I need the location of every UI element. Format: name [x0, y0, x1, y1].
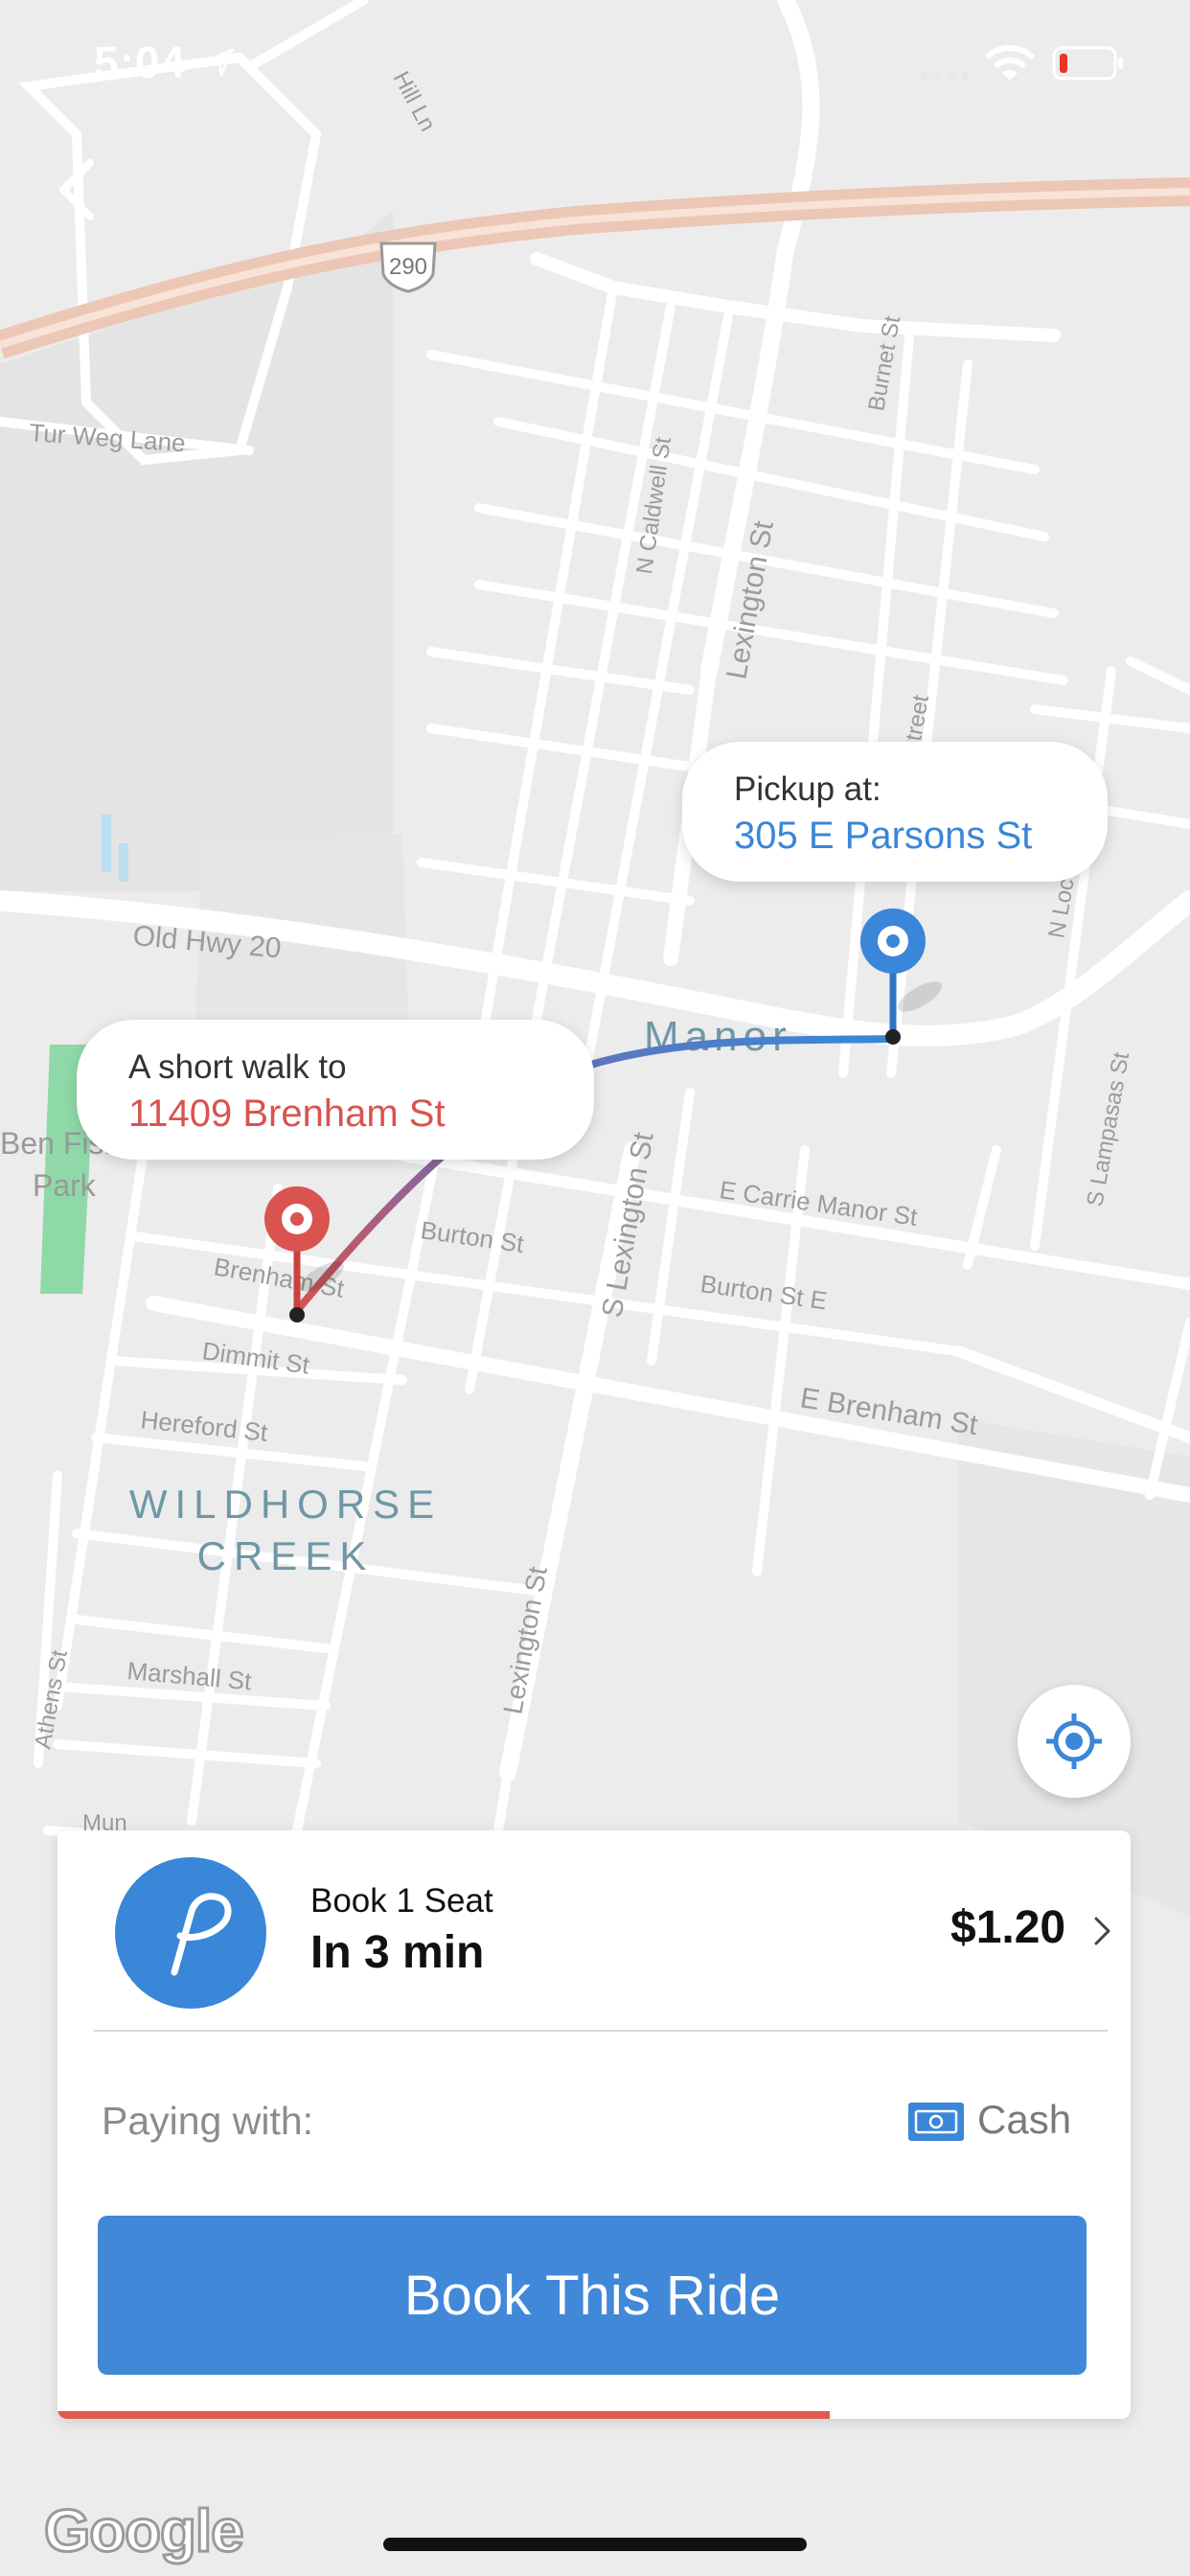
- dropoff-label: A short walk to: [128, 1048, 347, 1086]
- neighborhood-label: CREEK: [197, 1533, 375, 1578]
- back-button[interactable]: [48, 153, 115, 230]
- status-time: 5:04: [94, 37, 187, 87]
- cash-icon[interactable]: [908, 2103, 964, 2141]
- town-label: Manor: [644, 1013, 792, 1060]
- paying-with-label: Paying with:: [102, 2099, 314, 2143]
- highway-shield-label: 290: [389, 254, 427, 280]
- neighborhood-label: WILDHORSE: [129, 1482, 442, 1527]
- battery-icon: [1052, 46, 1123, 80]
- via-logo-icon: [115, 1857, 266, 2009]
- progress-fill: [57, 2411, 831, 2419]
- pickup-label: Pickup at:: [734, 770, 881, 808]
- pickup-callout[interactable]: Pickup at: 305 E Parsons St: [682, 742, 1108, 882]
- divider: [94, 2030, 1108, 2032]
- signal-dots-icon: [921, 72, 969, 80]
- status-bar: 5:04: [0, 0, 1190, 125]
- wifi-icon: [985, 45, 1035, 80]
- dropoff-address: 11409 Brenham St: [128, 1092, 446, 1135]
- dropoff-callout[interactable]: A short walk to 11409 Brenham St: [77, 1020, 594, 1160]
- progress-bar: [57, 2411, 1131, 2419]
- book-ride-button[interactable]: Book This Ride: [98, 2216, 1087, 2375]
- park-label: Park: [33, 1168, 97, 1203]
- price-label[interactable]: $1.20: [950, 1901, 1065, 1954]
- eta-label: In 3 min: [310, 1927, 485, 1978]
- payment-method[interactable]: Cash: [977, 2097, 1071, 2143]
- locate-me-button[interactable]: [1018, 1685, 1131, 1798]
- google-logo: Google: [43, 2497, 246, 2566]
- seats-label: Book 1 Seat: [310, 1882, 493, 1920]
- ride-card: Book 1 Seat In 3 min $1.20 Paying with: …: [57, 1830, 1131, 2419]
- home-indicator[interactable]: [383, 2538, 807, 2551]
- chevron-right-icon[interactable]: [1092, 1915, 1113, 1947]
- pickup-address: 305 E Parsons St: [734, 815, 1033, 857]
- back-icon[interactable]: [48, 153, 115, 230]
- locate-me-icon[interactable]: [1018, 1685, 1131, 1798]
- location-arrow-icon: [205, 48, 234, 77]
